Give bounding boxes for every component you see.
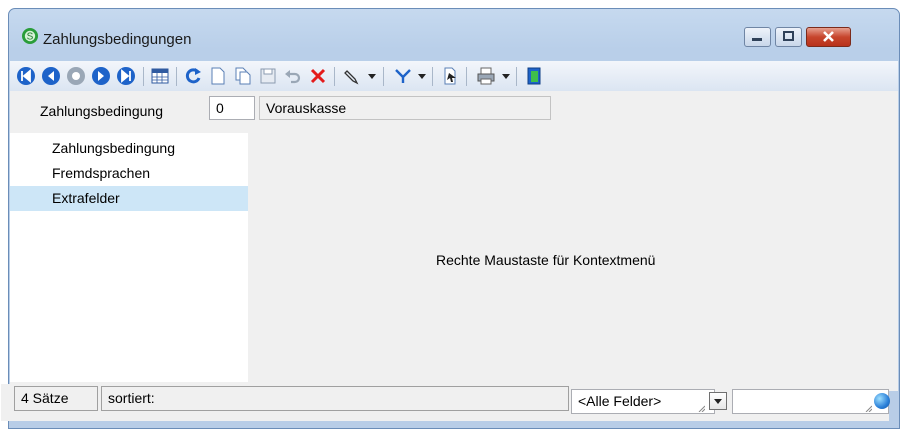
copy-record-icon[interactable] xyxy=(233,66,253,86)
toolbar-separator xyxy=(383,67,384,86)
refresh-icon[interactable] xyxy=(183,66,203,86)
sort-status: sortiert: xyxy=(101,386,569,411)
close-button[interactable] xyxy=(806,27,851,47)
toolbar-separator xyxy=(176,67,177,86)
edit-icon[interactable] xyxy=(343,66,363,86)
record-count-text: 4 Sätze xyxy=(21,390,69,406)
print-dropdown-icon[interactable] xyxy=(500,66,512,86)
close-icon xyxy=(823,31,834,42)
toolbar-separator xyxy=(143,67,144,86)
context-menu-hint: Rechte Maustaste für Kontextmenü xyxy=(436,252,656,268)
record-field-label: Zahlungsbedingung xyxy=(40,103,163,119)
record-number-input[interactable]: 0 xyxy=(209,96,255,120)
new-record-icon[interactable] xyxy=(208,66,228,86)
maximize-icon xyxy=(783,31,794,41)
toolbar xyxy=(10,61,898,91)
nav-item-label: Fremdsprachen xyxy=(52,165,151,181)
field-filter-value: <Alle Felder> xyxy=(578,393,662,409)
undo-icon[interactable] xyxy=(283,66,303,86)
nav-item-zahlungsbedingung[interactable]: Zahlungsbedingung xyxy=(10,136,248,161)
title-bar: S Zahlungsbedingungen xyxy=(9,9,899,55)
record-name-field: Vorauskasse xyxy=(259,96,551,120)
resize-grip-icon xyxy=(865,405,872,412)
nav-item-label: Extrafelder xyxy=(52,190,120,206)
nav-panel: Zahlungsbedingung Fremdsprachen Extrafel… xyxy=(10,133,248,382)
previous-record-icon[interactable] xyxy=(41,66,61,86)
nav-item-label: Zahlungsbedingung xyxy=(52,140,175,156)
last-record-icon[interactable] xyxy=(116,66,136,86)
toolbar-separator xyxy=(432,67,433,86)
sort-status-text: sortiert: xyxy=(108,390,155,406)
toolbar-separator xyxy=(516,67,517,86)
maximize-button[interactable] xyxy=(775,27,802,47)
print-icon[interactable] xyxy=(476,66,496,86)
sage-s-icon: S xyxy=(22,28,38,44)
record-count: 4 Sätze xyxy=(14,386,98,411)
save-icon[interactable] xyxy=(258,66,278,86)
export-icon[interactable] xyxy=(440,66,460,86)
next-record-icon[interactable] xyxy=(91,66,111,86)
nav-item-fremdsprachen[interactable]: Fremdsprachen xyxy=(10,161,248,186)
exit-icon[interactable] xyxy=(524,66,544,86)
toolbar-separator xyxy=(466,67,467,86)
edit-dropdown-icon[interactable] xyxy=(366,66,378,86)
search-record-icon[interactable] xyxy=(66,66,86,86)
filter-icon[interactable] xyxy=(393,66,413,86)
minimize-button[interactable] xyxy=(744,27,771,47)
table-view-icon[interactable] xyxy=(150,66,170,86)
filter-dropdown-icon[interactable] xyxy=(416,66,428,86)
chevron-down-icon xyxy=(714,399,722,404)
first-record-icon[interactable] xyxy=(16,66,36,86)
resize-grip-icon xyxy=(698,405,705,412)
toolbar-separator xyxy=(334,67,335,86)
field-filter-select[interactable]: <Alle Felder> xyxy=(571,389,715,414)
minimize-icon xyxy=(752,38,762,41)
delete-icon[interactable] xyxy=(308,66,328,86)
search-globe-icon[interactable] xyxy=(874,393,890,409)
svg-text:S: S xyxy=(27,32,34,43)
nav-item-extrafelder[interactable]: Extrafelder xyxy=(10,186,248,211)
window-title: Zahlungsbedingungen xyxy=(43,31,192,48)
field-filter-dropdown-button[interactable] xyxy=(709,392,727,410)
